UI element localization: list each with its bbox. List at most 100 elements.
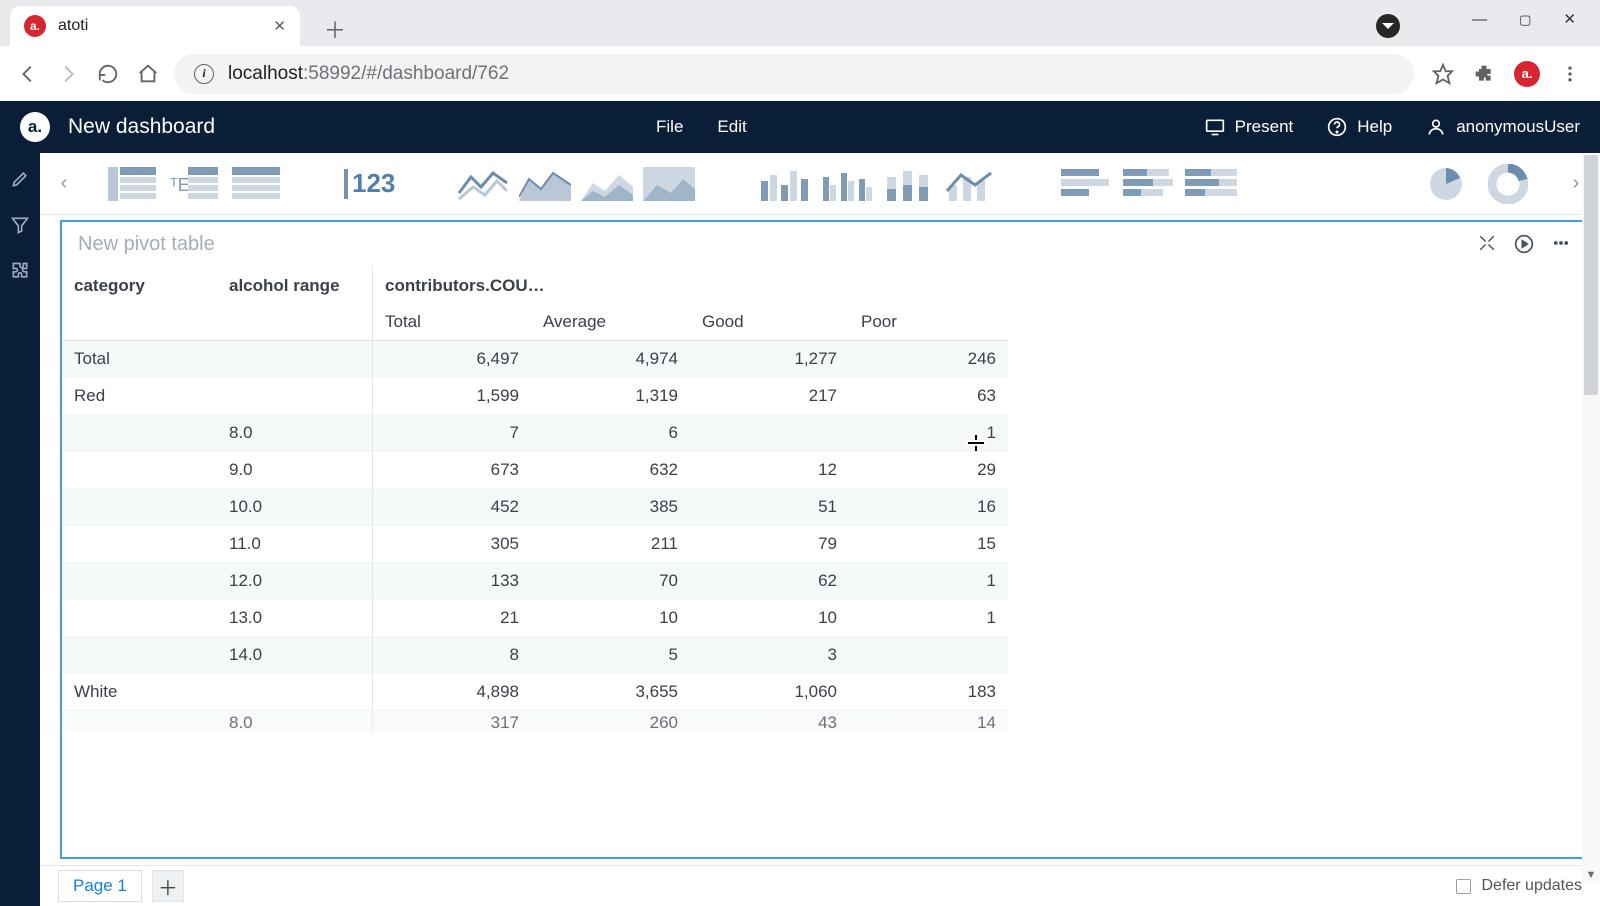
column-header[interactable]: Average <box>531 304 690 341</box>
bookmark-icon[interactable] <box>1432 63 1454 85</box>
pivot-table-widget[interactable]: New pivot table categoryalcohol rangecon… <box>60 220 1588 859</box>
table-cell[interactable] <box>217 378 372 415</box>
table-cell[interactable]: 51 <box>690 489 849 526</box>
dashboard-title[interactable]: New dashboard <box>68 115 215 139</box>
menu-file[interactable]: File <box>656 117 683 137</box>
atoti-extension-icon[interactable]: a. <box>1514 61 1540 87</box>
bar-chart-icon[interactable] <box>757 164 813 204</box>
table-cell[interactable]: 8 <box>372 637 531 674</box>
table-cell[interactable]: 43 <box>690 711 849 733</box>
table-cell[interactable] <box>217 341 372 378</box>
table-cell[interactable]: 1,060 <box>690 674 849 711</box>
new-tab-button[interactable]: ＋ <box>318 12 352 46</box>
edit-tool-icon[interactable] <box>10 169 30 189</box>
table-cell[interactable]: 10 <box>690 600 849 637</box>
table-cell[interactable]: 14.0 <box>217 637 372 674</box>
grouped-bar-chart-icon[interactable] <box>819 164 875 204</box>
table-cell[interactable]: 317 <box>372 711 531 733</box>
browser-tab[interactable]: a. atoti ✕ <box>10 6 300 46</box>
table-cell[interactable]: 70 <box>531 563 690 600</box>
table-cell[interactable]: 1,599 <box>372 378 531 415</box>
user-menu[interactable]: anonymousUser <box>1426 117 1580 137</box>
table-cell[interactable]: 6,497 <box>372 341 531 378</box>
extensions-icon[interactable] <box>1474 64 1494 84</box>
defer-updates-toggle[interactable]: Defer updates <box>1456 877 1582 895</box>
table-cell[interactable] <box>62 600 217 637</box>
table-cell[interactable]: 21 <box>372 600 531 637</box>
table-cell[interactable]: 62 <box>690 563 849 600</box>
table-cell[interactable] <box>62 489 217 526</box>
table-cell[interactable] <box>62 526 217 563</box>
table-cell[interactable]: 183 <box>849 674 1008 711</box>
table-cell[interactable] <box>62 637 217 674</box>
table-cell[interactable]: 246 <box>849 341 1008 378</box>
table-cell[interactable]: 632 <box>531 452 690 489</box>
table-cell[interactable]: 1 <box>849 415 1008 452</box>
table-cell[interactable] <box>217 674 372 711</box>
table-cell[interactable]: 8.0 <box>217 415 372 452</box>
help-button[interactable]: Help <box>1327 117 1392 137</box>
table-cell[interactable]: 305 <box>372 526 531 563</box>
table-cell[interactable]: 211 <box>531 526 690 563</box>
table-cell[interactable]: Red <box>62 378 217 415</box>
home-button[interactable] <box>134 60 162 88</box>
table-cell[interactable]: 6 <box>531 415 690 452</box>
table-cell[interactable]: 10.0 <box>217 489 372 526</box>
table-cell[interactable]: White <box>62 674 217 711</box>
table-cell[interactable]: 133 <box>372 563 531 600</box>
chrome-profile-button[interactable] <box>1376 14 1400 38</box>
hfull-bar-chart-icon[interactable] <box>1183 164 1239 204</box>
table-cell[interactable]: 260 <box>531 711 690 733</box>
table-cell[interactable] <box>849 637 1008 674</box>
table-cell[interactable]: 29 <box>849 452 1008 489</box>
ribbon-scroll-left[interactable]: ‹ <box>54 172 74 195</box>
table-cell[interactable]: 3 <box>690 637 849 674</box>
add-page-button[interactable]: ＋ <box>152 870 184 902</box>
table-cell[interactable]: 452 <box>372 489 531 526</box>
combo-chart-icon[interactable] <box>943 164 999 204</box>
full-area-chart-icon[interactable] <box>641 164 697 204</box>
table-cell[interactable] <box>62 563 217 600</box>
table-cell[interactable]: 1,319 <box>531 378 690 415</box>
table-cell[interactable]: 4,974 <box>531 341 690 378</box>
back-button[interactable] <box>14 60 42 88</box>
table-cell[interactable]: 9.0 <box>217 452 372 489</box>
pivot-table-icon[interactable] <box>104 164 160 204</box>
atoti-logo[interactable]: a. <box>20 112 50 142</box>
table-cell[interactable]: 16 <box>849 489 1008 526</box>
table-cell[interactable]: 5 <box>531 637 690 674</box>
row-header-alcohol[interactable]: alcohol range <box>217 266 372 304</box>
table-cell[interactable]: 63 <box>849 378 1008 415</box>
table-cell[interactable]: 1 <box>849 600 1008 637</box>
close-window-icon[interactable]: ✕ <box>1563 12 1576 27</box>
menu-edit[interactable]: Edit <box>717 117 746 137</box>
table-cell[interactable]: 12.0 <box>217 563 372 600</box>
table-cell[interactable]: 11.0 <box>217 526 372 563</box>
filter-tool-icon[interactable] <box>10 215 30 235</box>
table-cell[interactable]: 673 <box>372 452 531 489</box>
hbar-chart-icon[interactable] <box>1059 164 1115 204</box>
checkbox-icon[interactable] <box>1456 879 1471 894</box>
table-cell[interactable]: 7 <box>372 415 531 452</box>
table-cell[interactable]: Total <box>62 341 217 378</box>
table-cell[interactable]: 217 <box>690 378 849 415</box>
column-header[interactable]: Total <box>372 304 531 341</box>
pivot-table[interactable]: categoryalcohol rangecontributors.COU…To… <box>62 266 1586 733</box>
tree-table-icon[interactable]: ᵀE <box>166 164 222 204</box>
stacked-area-chart-icon[interactable] <box>579 164 635 204</box>
line-chart-icon[interactable] <box>455 164 511 204</box>
stacked-bar-chart-icon[interactable] <box>881 164 937 204</box>
hstacked-bar-chart-icon[interactable] <box>1121 164 1177 204</box>
donut-chart-icon[interactable] <box>1480 164 1536 204</box>
puzzle-tool-icon[interactable] <box>10 261 30 281</box>
address-bar[interactable]: i localhost:58992/#/dashboard/762 <box>174 54 1414 94</box>
table-cell[interactable]: 10 <box>531 600 690 637</box>
table-cell[interactable]: 1,277 <box>690 341 849 378</box>
kpi-icon[interactable]: 123 <box>344 168 395 199</box>
flat-table-icon[interactable] <box>228 164 284 204</box>
present-button[interactable]: Present <box>1205 117 1294 137</box>
table-cell[interactable] <box>690 415 849 452</box>
table-cell[interactable]: 4,898 <box>372 674 531 711</box>
scroll-down-icon[interactable]: ▼ <box>1582 866 1600 884</box>
measure-header[interactable]: contributors.COU… <box>372 266 1008 304</box>
